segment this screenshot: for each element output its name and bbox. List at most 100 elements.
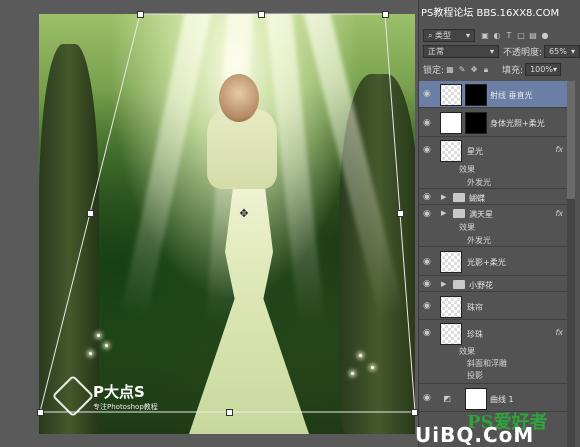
eye-icon[interactable]: ◉: [423, 145, 433, 155]
layer-name: 曲线 1: [490, 395, 514, 404]
filter-kind-dropdown[interactable]: ⌕ 类型 ▾: [423, 28, 475, 42]
effect-item[interactable]: 投影: [467, 370, 483, 381]
folder-icon: [453, 209, 465, 218]
lock-all-icon[interactable]: 🔒︎: [480, 64, 492, 76]
lock-transparent-icon[interactable]: ▦: [444, 64, 456, 76]
curves-adjustment-icon: ◩: [443, 393, 451, 403]
effect-item[interactable]: 外发光: [467, 235, 491, 246]
eye-icon[interactable]: ◉: [423, 89, 433, 99]
transform-handle-top-right[interactable]: [382, 11, 389, 18]
layer-row[interactable]: ◉ 光影+柔光: [419, 247, 567, 276]
expand-arrow-icon[interactable]: ▶: [441, 209, 446, 217]
opacity-field[interactable]: 65% ▾: [544, 45, 580, 58]
lock-row: 锁定: ▦ ✎ ✥ 🔒︎ 填充: 100% ▾: [419, 62, 580, 77]
effect-item[interactable]: 斜面和浮雕: [467, 358, 507, 369]
layer-list: ◉ 射线 垂直光 ◉ 身体光照+柔光 ◉ 星光 fx 效果 外发光 ◉ ▶ 蝴蝶: [419, 81, 580, 447]
fx-icon[interactable]: fx: [555, 209, 563, 218]
effects-label: 效果: [459, 347, 475, 356]
document-canvas[interactable]: ✥ P大点S 专注Photoshop教程: [0, 0, 418, 447]
chevron-down-icon: ▾: [465, 30, 470, 40]
effects-label: 效果: [459, 165, 475, 174]
layer-mask-thumbnail[interactable]: [465, 84, 487, 106]
blend-row: 正常 ▾ 不透明度: 65% ▾: [419, 44, 580, 59]
eye-icon[interactable]: ◉: [423, 279, 433, 289]
layer-mask-thumbnail[interactable]: [465, 388, 487, 410]
lock-pixels-icon[interactable]: ✎: [456, 64, 468, 76]
transform-center-icon[interactable]: ✥: [239, 208, 249, 219]
expand-arrow-icon[interactable]: ▶: [441, 280, 446, 288]
layer-mask-thumbnail[interactable]: [465, 112, 487, 134]
lock-position-icon[interactable]: ✥: [468, 64, 480, 76]
blend-mode-dropdown[interactable]: 正常 ▾: [423, 45, 499, 58]
adjustment-filter-icon[interactable]: ◐: [491, 29, 503, 41]
eye-icon[interactable]: ◉: [423, 209, 433, 219]
transform-handle-bottom-left[interactable]: [37, 409, 44, 416]
blend-mode-value: 正常: [428, 47, 444, 56]
logo-icon: [51, 374, 95, 418]
effects-label: 效果: [459, 223, 475, 232]
eye-icon[interactable]: ◉: [423, 328, 433, 338]
transform-handle-top[interactable]: [258, 11, 265, 18]
layers-panel: ⌕ 类型 ▾ ▣ ◐ T ▢ ▤ ● 正常 ▾ 不透明度: 65% ▾ 锁定: …: [418, 0, 580, 447]
layer-name: 珠帘: [467, 303, 483, 312]
filter-toggle-icon[interactable]: ●: [539, 29, 551, 41]
eye-icon[interactable]: ◉: [423, 393, 433, 403]
bride-head: [219, 74, 259, 122]
eye-icon[interactable]: ◉: [423, 192, 433, 202]
header-watermark: PS教程论坛 BBS.16XX8.COM: [421, 8, 560, 19]
layer-thumbnail: [440, 296, 462, 318]
transform-handle-left[interactable]: [87, 210, 94, 217]
bottom-watermark: PS爱好者 UiBQ.CoM ·: [415, 408, 580, 447]
transform-handle-right[interactable]: [397, 210, 404, 217]
layer-row[interactable]: ◉ ▶ 蝴蝶: [419, 189, 567, 205]
layer-name: 光影+柔光: [467, 258, 506, 267]
sparkle: [105, 344, 108, 347]
layer-thumbnail: [440, 140, 462, 162]
opacity-value: 65%: [549, 47, 567, 56]
layers-scroll-thumb[interactable]: [567, 81, 575, 199]
fx-icon[interactable]: fx: [555, 328, 563, 337]
expand-arrow-icon[interactable]: ▶: [441, 193, 446, 201]
fill-value: 100%: [530, 65, 553, 74]
url-watermark-suffix: ·: [488, 433, 492, 444]
shape-filter-icon[interactable]: ▢: [515, 29, 527, 41]
eye-icon[interactable]: ◉: [423, 118, 433, 128]
eye-icon[interactable]: ◉: [423, 257, 433, 267]
layer-row[interactable]: ◉ ▶ 小野花: [419, 276, 567, 292]
chevron-down-icon: ▾: [571, 47, 576, 56]
watermark-title: P大点S: [93, 382, 145, 401]
url-watermark-text: UiBQ.CoM: [415, 423, 535, 447]
layer-row[interactable]: ◉ 身体光照+柔光: [419, 108, 567, 137]
filter-row: ⌕ 类型 ▾ ▣ ◐ T ▢ ▤ ●: [419, 27, 580, 43]
group-name: 满天星: [469, 210, 493, 219]
pixel-filter-icon[interactable]: ▣: [479, 29, 491, 41]
tree-left: [39, 44, 99, 434]
forest-artwork: [39, 14, 415, 434]
layer-row[interactable]: ◉ ▶ 满天星 fx 效果 外发光: [419, 205, 567, 247]
smart-object-filter-icon[interactable]: ▤: [527, 29, 539, 41]
layer-name: 星光: [467, 147, 483, 156]
opacity-label: 不透明度:: [503, 48, 543, 58]
layer-row[interactable]: ◉ 射线 垂直光: [419, 81, 567, 108]
watermark-subtitle: 专注Photoshop教程: [93, 402, 158, 411]
group-name: 小野花: [469, 281, 493, 290]
layer-row[interactable]: ◉ 星光 fx 效果 外发光: [419, 137, 567, 189]
sparkle: [351, 372, 354, 375]
chevron-down-icon: ▾: [552, 65, 557, 74]
folder-icon: [453, 280, 465, 289]
folder-icon: [453, 193, 465, 202]
eye-icon[interactable]: ◉: [423, 301, 433, 311]
effect-item[interactable]: 外发光: [467, 177, 491, 188]
fill-field[interactable]: 100% ▾: [525, 63, 562, 76]
type-filter-icon[interactable]: T: [503, 29, 515, 41]
layer-name: 身体光照+柔光: [490, 119, 545, 128]
chevron-down-icon: ▾: [489, 47, 494, 56]
sparkle: [359, 354, 362, 357]
sparkle: [89, 352, 92, 355]
transform-handle-top-left[interactable]: [137, 11, 144, 18]
transform-handle-bottom[interactable]: [226, 409, 233, 416]
layer-row[interactable]: ◉ 珍珠 fx 效果 斜面和浮雕 投影: [419, 320, 567, 384]
search-icon: ⌕: [428, 30, 433, 40]
layer-row[interactable]: ◉ 珠帘: [419, 292, 567, 320]
fx-icon[interactable]: fx: [555, 145, 563, 154]
